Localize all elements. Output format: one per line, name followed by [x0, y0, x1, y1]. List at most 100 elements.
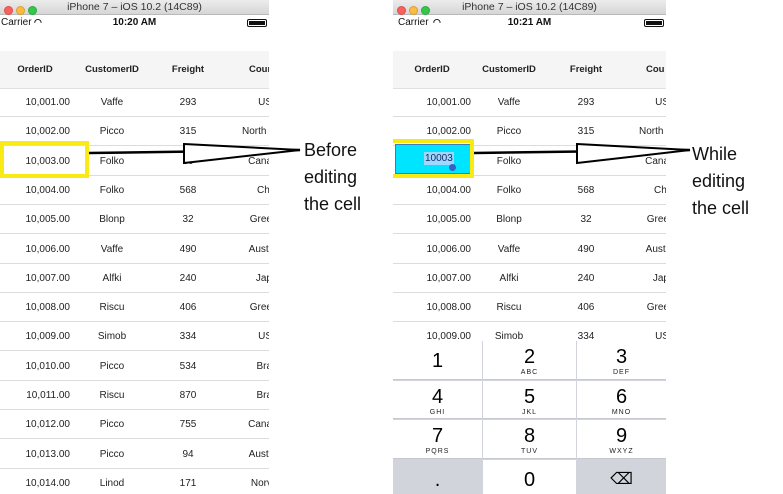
cell-country[interactable]: Jap — [218, 264, 269, 293]
cell-freight[interactable]: 315 — [158, 117, 218, 146]
cell-customerid[interactable]: Picco — [80, 440, 144, 469]
cell-freight[interactable]: 315 — [556, 117, 616, 146]
cell-freight[interactable]: 490 — [158, 235, 218, 264]
cell-orderid[interactable]: 10,001.00 — [393, 88, 472, 117]
header-orderid[interactable]: OrderID — [393, 51, 471, 88]
cell-customerid[interactable]: Folko — [477, 176, 541, 205]
cell-customerid[interactable]: Riscu — [80, 381, 144, 410]
cell-country[interactable]: US — [615, 88, 666, 117]
cell-orderid[interactable]: 10,013.00 — [0, 440, 71, 469]
cell-freight[interactable]: 490 — [556, 235, 616, 264]
cell-orderid[interactable]: 10,009.00 — [0, 322, 71, 351]
key-6[interactable]: 6 MNO — [577, 380, 666, 419]
key-7[interactable]: 7 PQRS — [393, 420, 482, 459]
cell-freight[interactable]: 240 — [158, 264, 218, 293]
cell-freight[interactable]: 755 — [158, 410, 218, 439]
cell-country[interactable]: Bra — [218, 352, 269, 381]
cell-freight[interactable]: 406 — [158, 293, 218, 322]
cell-country[interactable]: US — [218, 88, 269, 117]
cell-customerid[interactable]: Folko — [477, 147, 541, 176]
cell-freight[interactable]: 293 — [158, 88, 218, 117]
cell-orderid[interactable]: 10,005.00 — [393, 205, 472, 234]
cell-freight[interactable]: 32 — [158, 205, 218, 234]
cell-country[interactable]: Norv — [218, 469, 269, 494]
key-4[interactable]: 4 GHI — [393, 380, 482, 419]
cell-customerid[interactable]: Picco — [477, 117, 541, 146]
table-row[interactable]: 10,004.00Folko 568Chi — [393, 176, 666, 205]
cell-freight[interactable] — [556, 147, 616, 176]
cell-orderid[interactable]: 10,004.00 — [393, 176, 472, 205]
cell-orderid[interactable]: 10,010.00 — [0, 352, 71, 381]
key-0[interactable]: 0 — [483, 459, 576, 494]
cell-freight[interactable]: 240 — [556, 264, 616, 293]
cell-customerid[interactable]: Folko — [80, 147, 144, 176]
cell-country[interactable]: Gree — [615, 205, 666, 234]
cell-customerid[interactable]: Alfki — [477, 264, 541, 293]
table-row[interactable]: 10,013.00 Picco 94Austr — [0, 440, 269, 469]
cell-customerid[interactable]: Vaffe — [477, 88, 541, 117]
key-1[interactable]: 1 — [393, 341, 482, 380]
cell-country[interactable]: North I — [218, 117, 269, 146]
key-2[interactable]: 2 ABC — [483, 341, 576, 380]
cell-orderid[interactable]: 10,011.00 — [0, 381, 70, 410]
table-row[interactable]: 10,010.00 Picco 534Bra — [0, 352, 269, 381]
cell-country[interactable]: Jap — [615, 264, 666, 293]
table-row[interactable]: 10,006.00Vaffe490Austr — [393, 235, 666, 264]
key-3[interactable]: 3 DEF — [577, 341, 666, 380]
cell-country[interactable]: Austr — [218, 235, 269, 264]
cell-freight[interactable]: 534 — [158, 352, 218, 381]
table-row[interactable]: 10,014.00 Linod 171Norv — [0, 469, 270, 494]
cell-customerid[interactable]: Blonp — [477, 205, 541, 234]
table-row[interactable]: 10,012.00 Picco 755Cana — [0, 410, 269, 440]
key-8[interactable]: 8 TUV — [483, 420, 576, 459]
header-country[interactable]: Cou — [646, 51, 666, 88]
header-customerid[interactable]: CustomerID — [477, 51, 541, 88]
cell-orderid[interactable]: 10,004.00 — [0, 176, 71, 205]
table-row[interactable]: 10,011.00 Riscu 870Bra — [0, 381, 269, 410]
cell-customerid[interactable]: Riscu — [477, 293, 541, 322]
cell-country[interactable]: Cana — [615, 147, 666, 176]
cell-customerid[interactable]: Vaffe — [80, 235, 144, 264]
cell-country[interactable]: Austr — [218, 440, 269, 469]
cell-orderid[interactable]: 10,012.00 — [0, 410, 71, 439]
cell-orderid[interactable]: 10,007.00 — [393, 264, 472, 293]
table-row[interactable]: 10,008.00 Riscu 406Gree — [0, 293, 269, 323]
cell-country[interactable]: Chi — [615, 176, 666, 205]
cell-customerid[interactable]: Linod — [80, 469, 144, 494]
key-backspace[interactable]: ⌫ — [577, 459, 666, 494]
cell-country[interactable]: Gree — [615, 293, 666, 322]
table-row[interactable]: 10,007.00Alfki240Jap — [0, 264, 269, 293]
cell-country[interactable]: US — [218, 322, 269, 351]
cell-orderid[interactable]: 10,014.00 — [0, 469, 71, 494]
table-row[interactable]: 10,006.00Vaffe490Austr — [0, 235, 269, 264]
cell-customerid[interactable]: Picco — [80, 117, 144, 146]
table-row[interactable]: 10,005.00Blonp32Gree — [0, 205, 269, 235]
cell-orderid[interactable]: 10,008.00 — [0, 293, 71, 322]
cell-customerid[interactable]: Folko — [80, 176, 144, 205]
cell-country[interactable]: North I — [615, 117, 666, 146]
cell-customerid[interactable]: Vaffe — [80, 88, 144, 117]
cell-freight[interactable]: 870 — [158, 381, 218, 410]
header-customerid[interactable]: CustomerID — [80, 51, 144, 88]
header-freight[interactable]: Freight — [556, 51, 616, 88]
cell-freight[interactable]: 32 — [556, 205, 616, 234]
header-country[interactable]: Cour — [249, 51, 269, 88]
cell-country[interactable]: Gree — [218, 205, 269, 234]
cell-orderid[interactable]: 10,008.00 — [393, 293, 472, 322]
table-row[interactable]: 10,007.00Alfki 240Jap — [393, 264, 666, 293]
cell-freight[interactable]: 568 — [556, 176, 616, 205]
cell-country[interactable]: Gree — [218, 293, 269, 322]
key-5[interactable]: 5 JKL — [483, 380, 576, 419]
cell-freight[interactable]: 171 — [158, 469, 218, 494]
cell-orderid[interactable]: 10,001.00 — [0, 88, 71, 117]
table-row[interactable]: 10,008.00Riscu 406Gree — [393, 293, 666, 323]
cell-freight[interactable]: 80 — [158, 147, 218, 176]
cell-customerid[interactable]: Riscu — [80, 293, 144, 322]
cell-freight[interactable]: 406 — [556, 293, 616, 322]
cell-customerid[interactable]: Vaffe — [477, 235, 541, 264]
header-orderid[interactable]: OrderID — [0, 51, 70, 88]
table-row[interactable]: 10,009.00 Simob 334 US — [0, 322, 269, 352]
cell-customerid[interactable]: Picco — [80, 410, 144, 439]
table-row[interactable]: 10,005.00Blonp 32Gree — [393, 205, 666, 235]
cell-country[interactable]: Austr — [615, 235, 666, 264]
